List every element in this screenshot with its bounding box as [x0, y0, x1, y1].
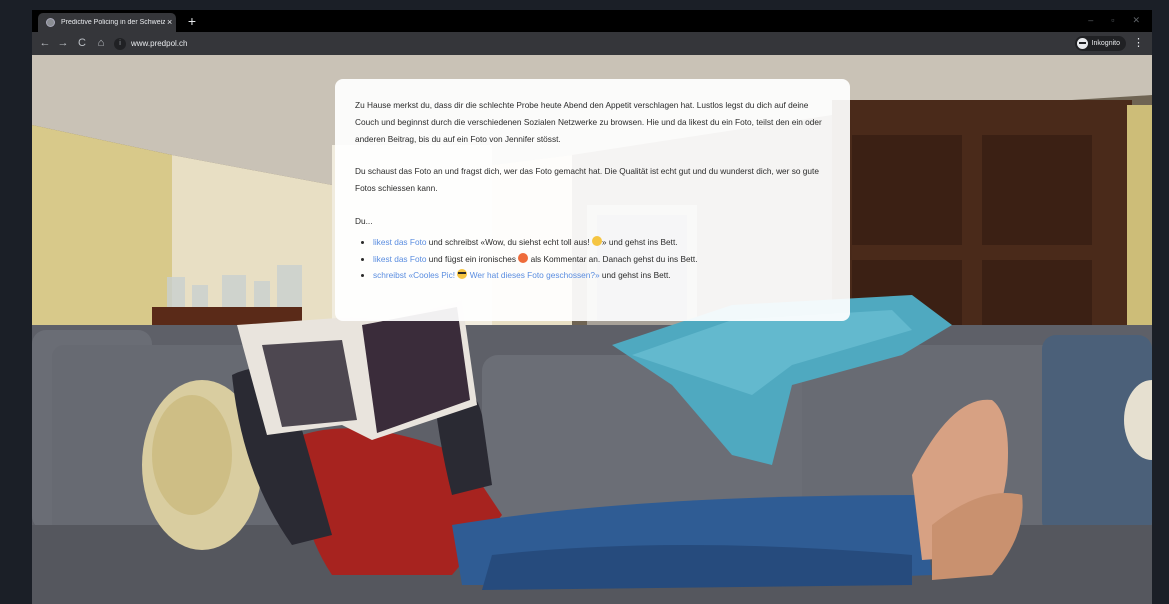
tab-strip: Predictive Policing in der Schweiz × + –…: [32, 10, 1152, 32]
globe-icon: [46, 18, 55, 27]
browser-toolbar: ← → C ⌂ i www.predpol.ch Inkognito ⋮: [32, 32, 1152, 55]
reload-icon[interactable]: C: [75, 32, 89, 55]
window-controls: – ▫ ✕: [1088, 14, 1140, 26]
forward-arrow-icon[interactable]: →: [56, 32, 70, 55]
incognito-badge[interactable]: Inkognito: [1074, 36, 1126, 51]
menu-kebab-icon[interactable]: ⋮: [1133, 32, 1144, 55]
address-bar[interactable]: i www.predpol.ch: [114, 36, 234, 51]
url-text: www.predpol.ch: [131, 39, 188, 48]
maximize-icon[interactable]: ▫: [1111, 14, 1114, 26]
story-card: Zu Hause merkst du, dass dir die schlech…: [335, 79, 850, 321]
close-window-icon[interactable]: ✕: [1132, 14, 1140, 26]
incognito-label: Inkognito: [1091, 40, 1120, 47]
choice-list: likest das Foto und schreibst «Wow, du s…: [355, 234, 830, 284]
sunglasses-emoji-icon: [457, 269, 468, 280]
choice-link-like-compliment[interactable]: likest das Foto: [373, 237, 427, 247]
story-prompt: Du...: [355, 215, 373, 226]
new-tab-button[interactable]: +: [184, 13, 200, 29]
choice-item-1: likest das Foto und schreibst «Wow, du s…: [373, 234, 830, 251]
choice-item-2: likest das Foto und fügst ein ironisches…: [373, 251, 830, 268]
tab-title: Predictive Policing in der Schweiz: [61, 19, 165, 26]
minimize-icon[interactable]: –: [1088, 14, 1093, 26]
choice-link-like-ironic[interactable]: likest das Foto: [373, 254, 427, 264]
browser-window: Predictive Policing in der Schweiz × + –…: [32, 10, 1152, 604]
story-paragraph-1: Zu Hause merkst du, dass dir die schlech…: [355, 100, 822, 144]
star-struck-emoji-icon: [591, 235, 602, 246]
back-arrow-icon[interactable]: ←: [38, 32, 52, 55]
story-paragraph-2: Du schaust das Foto an und fragst dich, …: [355, 166, 819, 194]
choice-item-3: schreibst «Cooles Pic! Wer hat dieses Fo…: [373, 267, 830, 284]
incognito-icon: [1076, 38, 1088, 49]
choice-link-ask-photographer[interactable]: schreibst «Cooles Pic! Wer hat dieses Fo…: [373, 269, 600, 280]
page-viewport: Zu Hause merkst du, dass dir die schlech…: [32, 55, 1152, 604]
tab-predpol[interactable]: Predictive Policing in der Schweiz ×: [38, 13, 176, 32]
home-icon[interactable]: ⌂: [94, 32, 108, 55]
heart-eyes-emoji-icon: [518, 252, 529, 263]
info-icon[interactable]: i: [114, 37, 126, 50]
tab-close-icon[interactable]: ×: [167, 18, 172, 27]
